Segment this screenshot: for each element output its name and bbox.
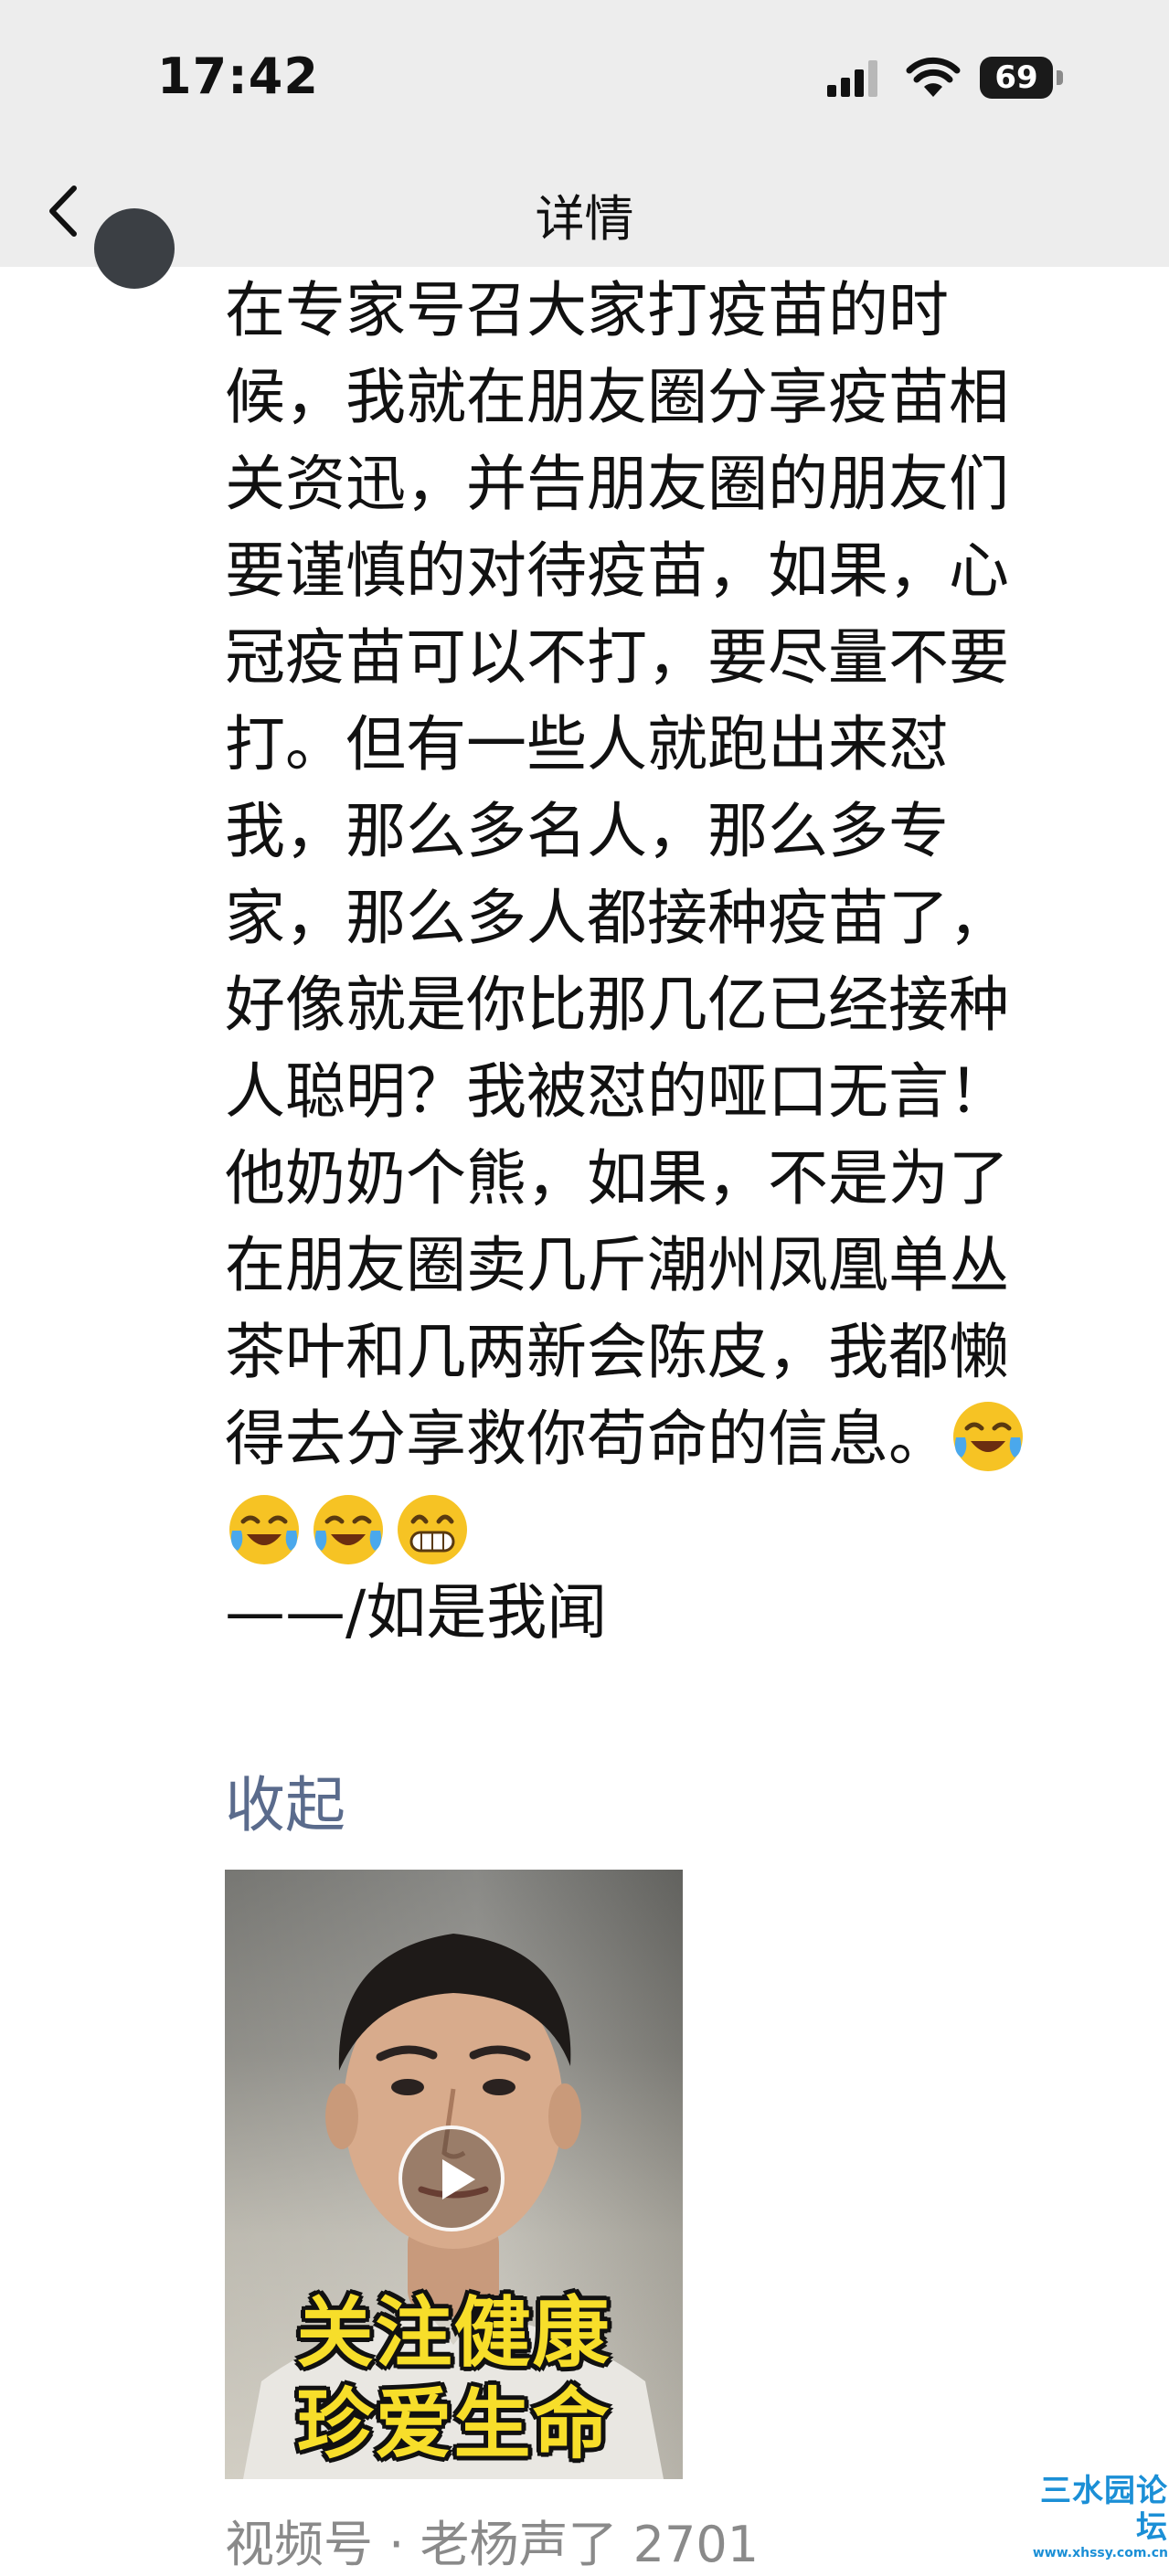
post-line: 冠疫苗可以不打，要尽量不要 (225, 622, 1009, 693)
emoji-line (225, 1482, 1139, 1569)
video-source[interactable]: 视频号 · 老杨声了 2701 (225, 2504, 759, 2576)
post-line-text: 得去分享救你苟命的信息。 (225, 1404, 949, 1474)
video-card[interactable]: 关注健康 珍爱生命 (225, 1870, 683, 2479)
grinning-emoji (398, 1494, 467, 1564)
post-line: 我，那么多名人，那么多专 (225, 796, 949, 866)
post-line: 候，我就在朋友圈分享疫苗相 (225, 362, 1009, 432)
crying-laughing-emoji (314, 1494, 383, 1564)
crying-laughing-emoji (229, 1494, 299, 1564)
crying-laughing-emoji (953, 1402, 1023, 1471)
battery-level: 69 (980, 57, 1053, 99)
post-line: 关资迅，并告朋友圈的朋友们 (225, 449, 1009, 519)
wifi-icon (906, 57, 961, 97)
battery-icon: 69 (980, 57, 1064, 99)
page-title: 详情 (535, 190, 634, 248)
watermark-name: 三水园论坛 (1040, 2473, 1168, 2546)
post-line: 打。但有一些人就跑出来怼 (225, 709, 949, 779)
post-line: 他奶奶个熊，如果，不是为了 (225, 1143, 1009, 1214)
site-watermark: 三水园论坛 www.xhssy.com.cn (1013, 2473, 1168, 2560)
play-icon (442, 2159, 475, 2200)
post-line: 要谨慎的对待疫苗，如果，心 (225, 535, 1009, 606)
post-signature: ——/如是我闻 (225, 1577, 608, 1648)
collapse-link[interactable]: 收起 (225, 1756, 345, 1844)
battery-cap (1057, 70, 1063, 85)
post-line: 在朋友圈卖几斤潮州凤凰单丛 (225, 1230, 1009, 1300)
status-time: 17:42 (157, 48, 319, 105)
post-line: 在专家号召大家打疫苗的时 (225, 275, 949, 345)
nav-bar: 详情 (0, 155, 1169, 267)
post-line-with-emoji: 得去分享救你苟命的信息。 (225, 1395, 1139, 1482)
post-body: 在专家号召大家打疫苗的时 候，我就在朋友圈分享疫苗相 关资迅，并告朋友圈的朋友们… (225, 267, 1139, 1656)
post-line: 人聪明？我被怼的哑口无言！ (225, 1056, 1009, 1127)
avatar[interactable] (94, 208, 175, 289)
status-bar: 17:42 69 (0, 0, 1169, 155)
signal-icon (827, 60, 877, 97)
play-button[interactable] (399, 2125, 505, 2231)
post-line: 家，那么多人都接种疫苗了， (225, 883, 1009, 953)
post-line: 好像就是你比那几亿已经接种 (225, 970, 1009, 1040)
video-caption-line2: 珍爱生命 (296, 2379, 611, 2469)
watermark-url: www.xhssy.com.cn (1032, 2546, 1168, 2560)
post-line: 茶叶和几两新会陈皮，我都懒 (225, 1317, 1009, 1387)
